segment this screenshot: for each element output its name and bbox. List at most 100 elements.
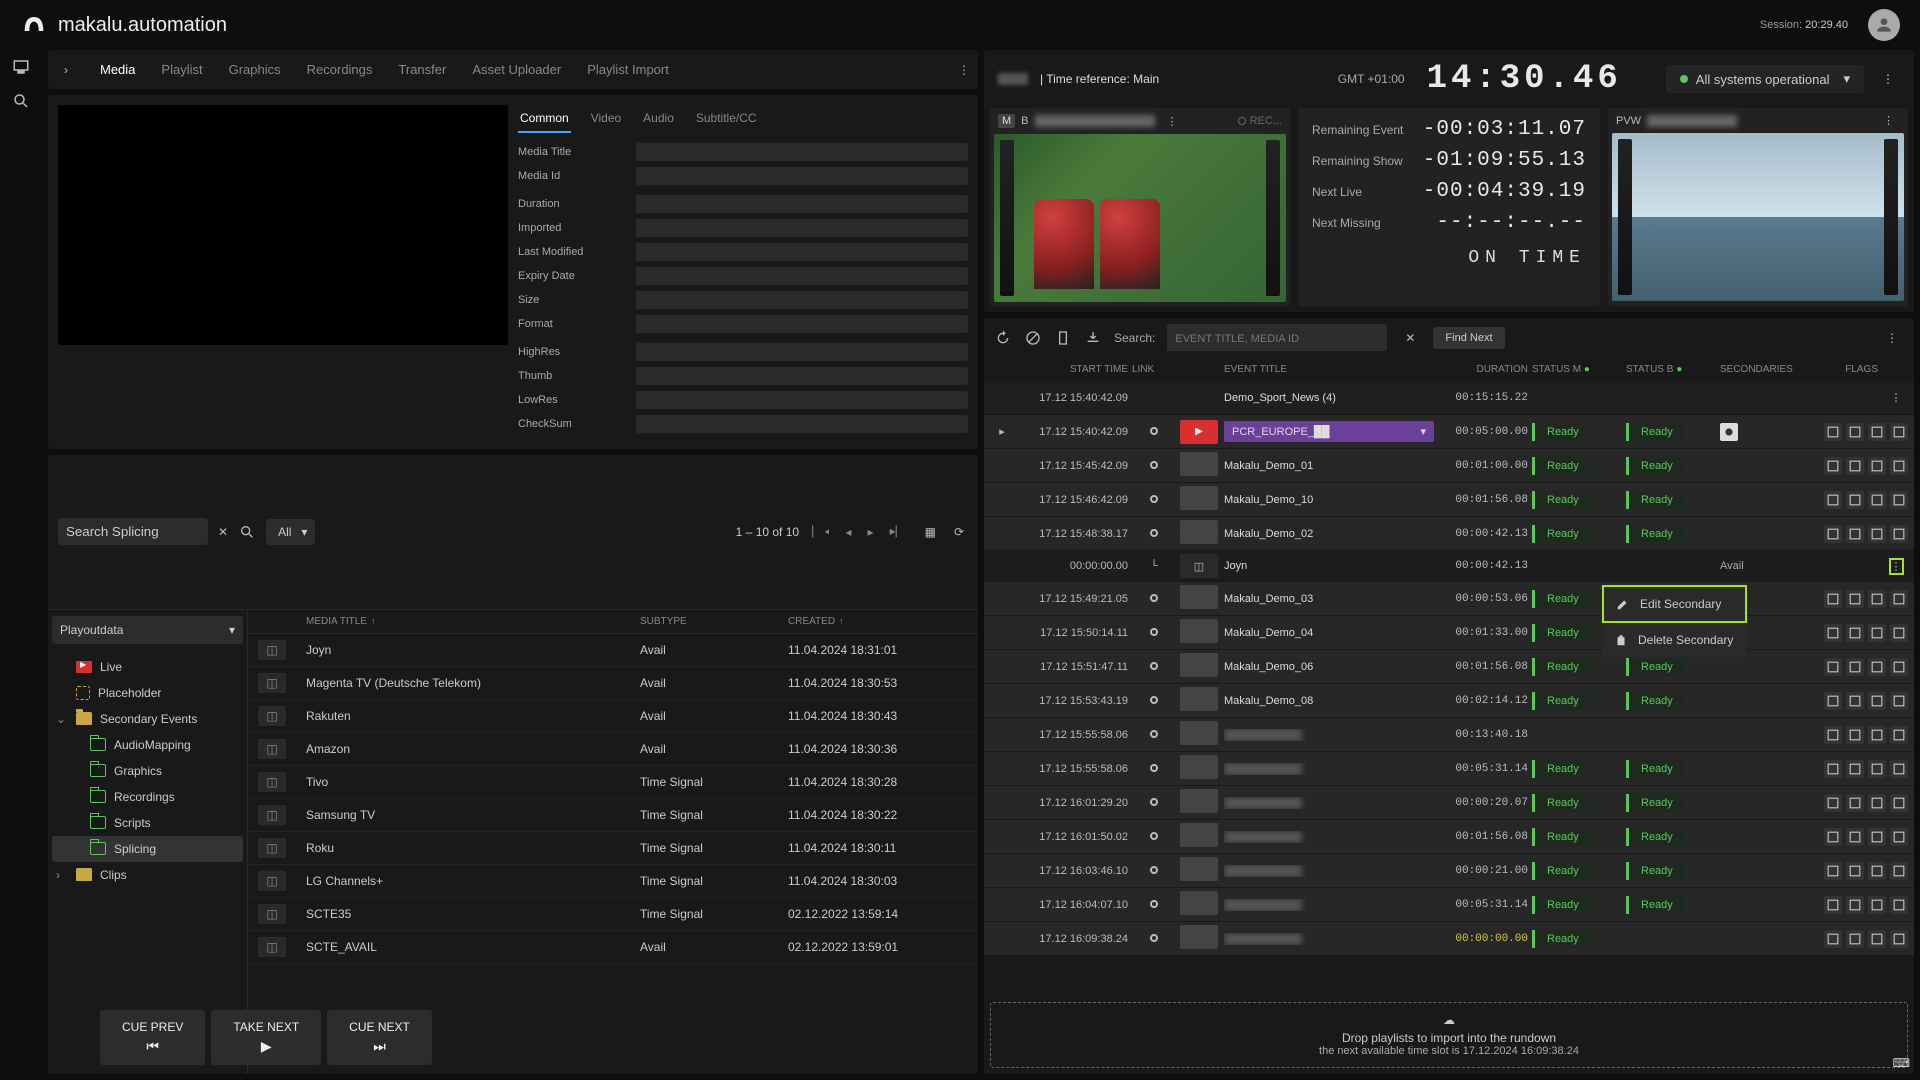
flag-icon[interactable]: [1890, 457, 1908, 475]
rundown-secondary-row[interactable]: 00:00:00.00└◫Joyn00:00:42.13Avail⋮: [984, 551, 1914, 581]
col-media-title[interactable]: MEDIA TITLE↑: [306, 616, 632, 627]
tree-item-live[interactable]: Live: [52, 654, 243, 680]
flag-icon[interactable]: [1846, 896, 1864, 914]
link-dot-icon[interactable]: [1150, 696, 1158, 704]
flag-icon[interactable]: [1868, 862, 1886, 880]
row-more-icon[interactable]: ⋮: [1912, 626, 1914, 639]
flag-icon[interactable]: [1824, 423, 1842, 441]
rundown-row[interactable]: 17.12 15:55:58.06██████████00:13:40.18⋮: [984, 718, 1914, 751]
media-row[interactable]: JoynAvail11.04.2024 18:31:01: [248, 634, 978, 667]
refresh-icon[interactable]: [994, 329, 1012, 347]
media-preview[interactable]: [58, 105, 508, 345]
flag-icon[interactable]: [1824, 726, 1842, 744]
row-more-icon[interactable]: ⋮: [1912, 459, 1914, 472]
row-more-icon[interactable]: ⋮: [1912, 864, 1914, 877]
row-more-icon[interactable]: ⋮: [1912, 932, 1914, 945]
row-more-icon[interactable]: ⋮: [1912, 796, 1914, 809]
row-more-icon[interactable]: ⋮: [1912, 762, 1914, 775]
flag-icon[interactable]: [1846, 692, 1864, 710]
meta-tab-video[interactable]: Video: [589, 105, 623, 133]
event-title-dropdown[interactable]: PCR_EUROPE_██: [1224, 421, 1434, 442]
more-icon[interactable]: ⋮: [1161, 115, 1184, 128]
row-more-icon[interactable]: ⋮: [1912, 527, 1914, 540]
flag-icon[interactable]: [1824, 930, 1842, 948]
flag-icon[interactable]: [1824, 896, 1842, 914]
rundown-row[interactable]: 17.12 16:04:07.10██████████00:05:31.14Re…: [984, 888, 1914, 921]
flag-icon[interactable]: [1890, 726, 1908, 744]
flag-icon[interactable]: [1846, 624, 1864, 642]
link-dot-icon[interactable]: [1150, 730, 1158, 738]
rundown-row[interactable]: 17.12 16:01:29.20██████████00:00:20.07Re…: [984, 786, 1914, 819]
drop-zone[interactable]: ☁︎ Drop playlists to import into the run…: [990, 1002, 1908, 1068]
row-more-icon[interactable]: ⋮: [1912, 425, 1914, 438]
link-dot-icon[interactable]: [1150, 900, 1158, 908]
find-next-button[interactable]: Find Next: [1433, 327, 1504, 349]
flag-icon[interactable]: [1824, 491, 1842, 509]
system-status-dropdown[interactable]: All systems operational ▾: [1666, 65, 1864, 93]
link-dot-icon[interactable]: [1150, 934, 1158, 942]
media-row[interactable]: RokuTime Signal11.04.2024 18:30:11: [248, 832, 978, 865]
preview-screen[interactable]: [1612, 133, 1904, 301]
edit-secondary-menu-item[interactable]: Edit Secondary: [1602, 585, 1747, 623]
flag-icon[interactable]: [1846, 423, 1864, 441]
link-dot-icon[interactable]: [1150, 662, 1158, 670]
rundown-row[interactable]: 17.12 15:55:58.06██████████00:05:31.14Re…: [984, 752, 1914, 785]
search-icon[interactable]: [10, 90, 32, 112]
flag-icon[interactable]: [1824, 862, 1842, 880]
flag-icon[interactable]: [1868, 658, 1886, 676]
tree-item-recordings[interactable]: Recordings: [52, 784, 243, 810]
more-icon[interactable]: ⋮: [1876, 72, 1900, 86]
rundown-row[interactable]: 17.12 15:51:47.11Makalu_Demo_0600:01:56.…: [984, 650, 1914, 683]
media-row[interactable]: SCTE_AVAILAvail02.12.2022 13:59:01: [248, 931, 978, 964]
flag-icon[interactable]: [1868, 726, 1886, 744]
flag-icon[interactable]: [1890, 930, 1908, 948]
meta-tab-audio[interactable]: Audio: [641, 105, 676, 133]
rundown-row[interactable]: 17.12 16:03:46.10██████████00:00:21.00Re…: [984, 854, 1914, 887]
tree-root-dropdown[interactable]: Playoutdata: [52, 616, 243, 644]
link-dot-icon[interactable]: [1150, 798, 1158, 806]
tab-transfer[interactable]: Transfer: [396, 56, 448, 83]
tab-graphics[interactable]: Graphics: [227, 56, 283, 83]
link-dot-icon[interactable]: [1150, 594, 1158, 602]
flag-icon[interactable]: [1846, 457, 1864, 475]
flag-icon[interactable]: [1868, 590, 1886, 608]
flag-icon[interactable]: [1868, 423, 1886, 441]
take-next-button[interactable]: TAKE NEXT▶: [211, 1010, 321, 1065]
flag-icon[interactable]: [1868, 624, 1886, 642]
rundown-search-input[interactable]: [1167, 324, 1387, 351]
grid-view-icon[interactable]: ▦: [921, 525, 940, 539]
more-icon[interactable]: ⋮: [1880, 331, 1904, 345]
export-icon[interactable]: [1054, 329, 1072, 347]
more-icon[interactable]: ⋮: [1877, 114, 1900, 127]
tree-item-scripts[interactable]: Scripts: [52, 810, 243, 836]
tree-item-secondary-events[interactable]: ⌄Secondary Events: [52, 706, 243, 732]
keyboard-icon[interactable]: ⌨: [1893, 1056, 1910, 1070]
flag-icon[interactable]: [1824, 457, 1842, 475]
rundown-row[interactable]: 17.12 15:46:42.09Makalu_Demo_1000:01:56.…: [984, 483, 1914, 516]
row-more-icon[interactable]: ⋮: [1912, 493, 1914, 506]
refresh-icon[interactable]: ⟳: [950, 525, 968, 539]
link-dot-icon[interactable]: [1150, 461, 1158, 469]
user-avatar[interactable]: [1868, 9, 1900, 41]
tree-item-clips[interactable]: ›Clips: [52, 862, 243, 888]
row-more-icon[interactable]: ⋮: [1912, 728, 1914, 741]
flag-icon[interactable]: [1846, 525, 1864, 543]
tab-recordings[interactable]: Recordings: [305, 56, 375, 83]
flag-icon[interactable]: [1868, 491, 1886, 509]
flag-icon[interactable]: [1868, 828, 1886, 846]
meta-tab-subtitle-cc[interactable]: Subtitle/CC: [694, 105, 759, 133]
flag-icon[interactable]: [1824, 692, 1842, 710]
link-dot-icon[interactable]: [1150, 495, 1158, 503]
rundown-row[interactable]: 17.12 15:48:38.17Makalu_Demo_0200:00:42.…: [984, 517, 1914, 550]
page-first-icon[interactable]: ⎸◂: [809, 524, 832, 539]
flag-icon[interactable]: [1846, 794, 1864, 812]
page-prev-icon[interactable]: ◂: [843, 525, 855, 539]
link-dot-icon[interactable]: [1150, 628, 1158, 636]
more-icon[interactable]: ⋮: [958, 63, 970, 77]
flag-icon[interactable]: [1890, 590, 1908, 608]
flag-icon[interactable]: [1824, 525, 1842, 543]
link-dot-icon[interactable]: [1150, 427, 1158, 435]
media-row[interactable]: LG Channels+Time Signal11.04.2024 18:30:…: [248, 865, 978, 898]
media-row[interactable]: AmazonAvail11.04.2024 18:30:36: [248, 733, 978, 766]
rundown-row[interactable]: 17.12 15:50:14.11Makalu_Demo_0400:01:33.…: [984, 616, 1914, 649]
